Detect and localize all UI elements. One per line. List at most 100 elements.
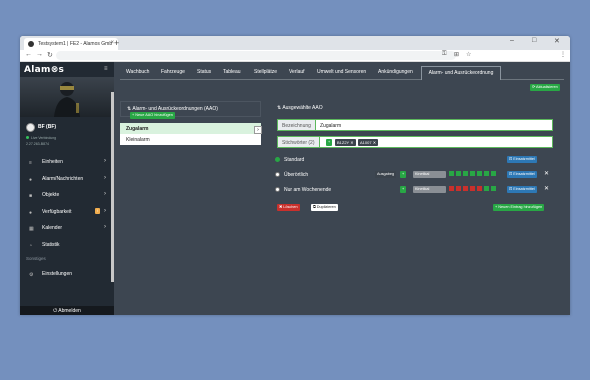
sidebar-menu: ≡ Einheiten › ● Alarm/Nachrichten › ■ Objekte… bbox=[20, 154, 114, 253]
app-area: Alam⊗s ≡ BF (BF) Live Verbindung 2.27.26… bbox=[20, 62, 570, 315]
bezeichnung-field[interactable]: Bezeichnung Zugalarm bbox=[277, 119, 553, 131]
delete-button[interactable]: ✖ Löschen bbox=[277, 204, 300, 211]
arrow-right-icon[interactable]: › bbox=[254, 126, 262, 134]
day-toggle[interactable] bbox=[470, 171, 475, 176]
filter-select[interactable]: Kinetikal bbox=[413, 186, 446, 193]
radio-unselected-icon[interactable] bbox=[275, 172, 280, 177]
einsatzmittel-button[interactable]: ⊡ Einsatzmittel bbox=[507, 186, 537, 193]
close-window-button[interactable]: ✕ bbox=[554, 37, 560, 45]
day-toggle[interactable] bbox=[484, 171, 489, 176]
tab-umwelt[interactable]: Umwelt und Sensoren bbox=[317, 69, 366, 75]
profile-hero-image bbox=[20, 77, 114, 117]
sidebar-item-alarm[interactable]: ● Alarm/Nachrichten › bbox=[20, 171, 114, 188]
settings-icon: ⚙ bbox=[29, 272, 34, 278]
profile-box: BF (BF) Live Verbindung 2.27.263-B874 bbox=[20, 120, 114, 148]
install-icon[interactable]: ⊞ bbox=[454, 51, 459, 58]
hamburger-icon[interactable]: ≡ bbox=[104, 66, 108, 72]
day-toggle[interactable] bbox=[449, 186, 454, 191]
entry-row[interactable]: Nur am Wochenende + Kinetikal ⊡ Einsatzm… bbox=[271, 183, 553, 197]
radio-unselected-icon[interactable] bbox=[275, 187, 280, 192]
bookmark-star-icon[interactable]: ☆ bbox=[466, 51, 471, 58]
tab-stellplaetze[interactable]: Stellplätze bbox=[254, 69, 277, 75]
entries-list: Standard ⊡ Einsatzmittel Überörtlich Aus… bbox=[271, 153, 553, 197]
radio-selected-icon[interactable] bbox=[275, 157, 280, 162]
sidebar: Alam⊗s ≡ BF (BF) Live Verbindung 2.27.26… bbox=[20, 62, 114, 315]
status-dot-icon bbox=[26, 136, 29, 139]
delete-label: Löschen bbox=[283, 205, 298, 209]
duplicate-button[interactable]: ⧉ Duplizieren bbox=[311, 204, 338, 211]
units-icon: ≡ bbox=[29, 160, 32, 166]
day-toggle[interactable] bbox=[449, 171, 454, 176]
new-aao-button[interactable]: + Neue AAO hinzufügen bbox=[130, 112, 175, 119]
refresh-label: Aktualisieren bbox=[536, 85, 558, 89]
maximize-button[interactable]: □ bbox=[532, 37, 536, 44]
entry-row[interactable]: Standard ⊡ Einsatzmittel bbox=[271, 153, 553, 167]
entry-label: Überörtlich bbox=[284, 172, 309, 178]
sidebar-item-label: Alarm/Nachrichten bbox=[42, 175, 84, 182]
bezeichnung-value[interactable]: Zugalarm bbox=[320, 123, 341, 129]
day-toggle[interactable] bbox=[477, 171, 482, 176]
day-toggle[interactable] bbox=[470, 186, 475, 191]
tab-fahrzeuge[interactable]: Fahrzeuge bbox=[161, 69, 185, 75]
sidebar-item-label: Einheiten bbox=[42, 159, 63, 165]
tab-ankuendigungen[interactable]: Ankündigungen bbox=[378, 69, 413, 75]
tab-strip: Testsystem1 | FE2 - Alamos Gmb × + – □ ✕ bbox=[20, 36, 570, 50]
day-toggle[interactable] bbox=[456, 171, 461, 176]
user-icon: ● bbox=[29, 209, 33, 216]
sidebar-item-label: Kalender bbox=[42, 225, 63, 231]
minimize-button[interactable]: – bbox=[510, 37, 514, 44]
back-button[interactable]: ← bbox=[25, 51, 32, 58]
tab-bar: Wachbuch Fahrzeuge Status Tableau Stellp… bbox=[120, 66, 564, 80]
day-toggle[interactable] bbox=[463, 171, 468, 176]
sidebar-item-einheiten[interactable]: ≡ Einheiten › bbox=[20, 154, 114, 171]
list-item[interactable]: Zugalarm bbox=[120, 123, 261, 134]
stichwoerter-field[interactable]: Stichwörter (2) + B1Z2Y ✕ A1007 ✕ bbox=[277, 136, 553, 148]
keyword-chip[interactable]: B1Z2Y ✕ bbox=[335, 139, 356, 146]
new-tab-button[interactable]: + bbox=[114, 38, 119, 48]
entry-row[interactable]: Überörtlich Ausgabeg + Kinetikal ⊡ Einsa… bbox=[271, 168, 553, 182]
reload-button[interactable]: ↻ bbox=[47, 51, 53, 59]
sidebar-item-label: Statistik bbox=[42, 241, 60, 248]
forward-button[interactable]: → bbox=[36, 51, 43, 58]
einsatzmittel-button[interactable]: ⊡ Einsatzmittel bbox=[507, 171, 537, 178]
sidebar-item-einstellungen[interactable]: ⚙ Einstellungen bbox=[20, 266, 114, 282]
sidebar-item-statistik[interactable]: ◔ Statistik bbox=[20, 237, 114, 254]
tab-verlauf[interactable]: Verlauf bbox=[289, 69, 305, 75]
day-toggle[interactable] bbox=[477, 186, 482, 191]
filter-select[interactable]: Kinetikal bbox=[413, 171, 446, 178]
tab-status[interactable]: Status bbox=[197, 69, 211, 75]
sidebar-item-objekte[interactable]: ■ Objekte › bbox=[20, 187, 114, 204]
selected-aao-header: ⇅ Ausgewählte AAO bbox=[271, 101, 553, 117]
list-item-label: Zugalarm bbox=[126, 126, 149, 132]
tab-wachbuch[interactable]: Wachbuch bbox=[126, 69, 149, 75]
logout-button[interactable]: ⏻ Abmelden bbox=[20, 306, 114, 315]
add-entry-button[interactable]: + bbox=[400, 171, 407, 178]
list-item[interactable]: Kleinalarm bbox=[120, 134, 261, 145]
tab-aao[interactable]: Alarm- und Ausrückeordnung bbox=[421, 66, 501, 80]
day-toggle[interactable] bbox=[463, 186, 468, 191]
tab-tableau[interactable]: Tableau bbox=[223, 69, 241, 75]
remove-entry-icon[interactable]: ✕ bbox=[544, 170, 549, 177]
day-toggle[interactable] bbox=[491, 186, 496, 191]
day-toggle[interactable] bbox=[484, 186, 489, 191]
sidebar-item-verfuegbarkeit[interactable]: ● Verfügbarkeit! › bbox=[20, 204, 114, 221]
browser-tab[interactable]: Testsystem1 | FE2 - Alamos Gmb × bbox=[24, 38, 118, 50]
add-keyword-button[interactable]: + bbox=[326, 139, 333, 146]
browser-menu-icon[interactable]: ⋮ bbox=[560, 51, 566, 58]
favicon-icon bbox=[28, 41, 34, 47]
refresh-button[interactable]: ⟳ Aktualisieren bbox=[530, 84, 560, 91]
version-number: 2.27.263-B874 bbox=[26, 142, 49, 146]
duplicate-label: Duplizieren bbox=[316, 205, 336, 209]
url-input[interactable] bbox=[56, 51, 456, 60]
remove-entry-icon[interactable]: ✕ bbox=[544, 185, 549, 192]
day-toggle[interactable] bbox=[456, 186, 461, 191]
add-entry-button[interactable]: + bbox=[400, 186, 407, 193]
main-content: Wachbuch Fahrzeuge Status Tableau Stellp… bbox=[114, 62, 570, 315]
einsatzmittel-label: Einsatzmittel bbox=[513, 157, 535, 161]
sidebar-item-kalender[interactable]: ▦ Kalender › bbox=[20, 220, 114, 237]
new-entry-button[interactable]: + Neuen Eintrag hinzufügen bbox=[493, 204, 545, 211]
key-icon[interactable]: ⚿ bbox=[442, 51, 447, 58]
keyword-chip[interactable]: A1007 ✕ bbox=[358, 139, 379, 146]
einsatzmittel-button[interactable]: ⊡ Einsatzmittel bbox=[507, 156, 537, 163]
day-toggle[interactable] bbox=[491, 171, 496, 176]
